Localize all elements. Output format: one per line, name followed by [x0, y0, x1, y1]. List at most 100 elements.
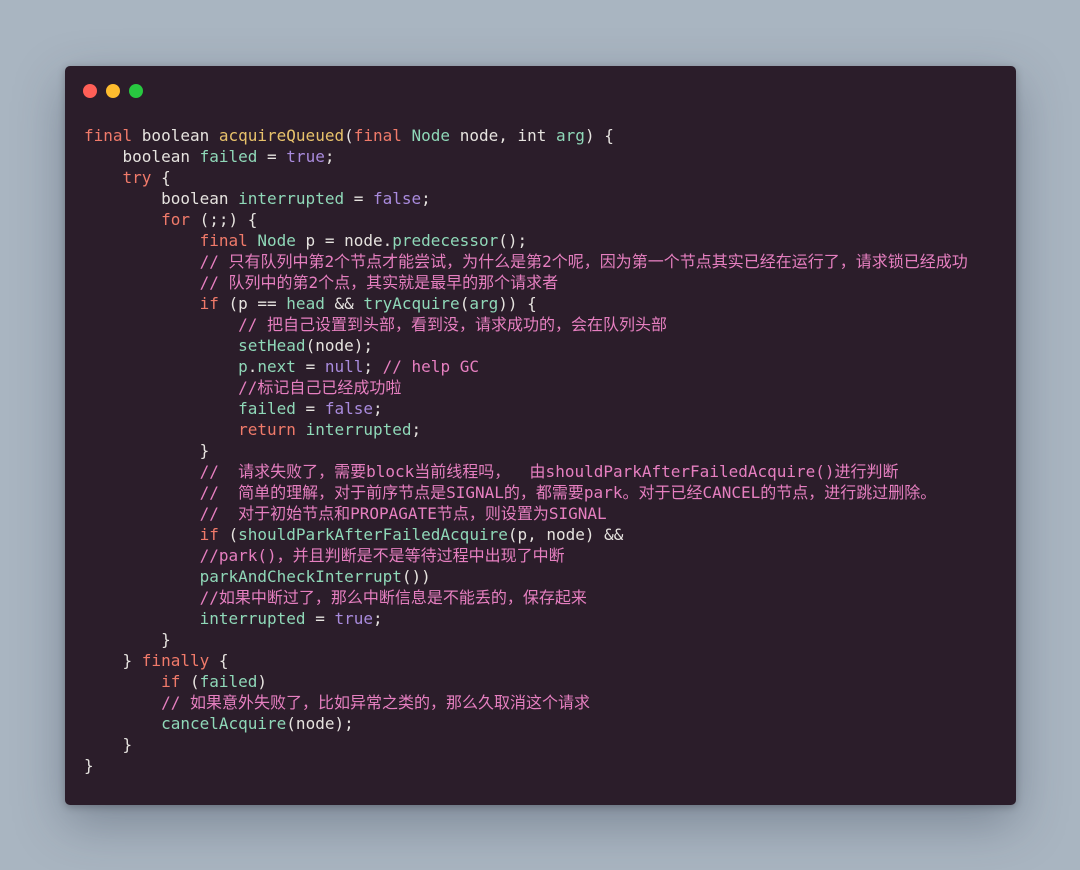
code-token: ( — [218, 525, 239, 544]
code-token: acquireQueued — [218, 126, 345, 145]
code-token: (node); — [286, 714, 354, 733]
code-token: } — [84, 756, 94, 775]
code-line: return interrupted; — [84, 419, 1006, 440]
code-token: setHead — [238, 336, 306, 355]
code-window: final boolean acquireQueued(final Node n… — [65, 66, 1016, 805]
code-token: ; — [363, 357, 383, 376]
code-token: ()) — [401, 567, 431, 586]
code-token: if — [161, 672, 181, 691]
code-token: (p, node) && — [507, 525, 624, 544]
code-line: //标记自己已经成功啦 — [84, 377, 1006, 398]
code-token: null — [324, 357, 364, 376]
code-token: ( — [459, 294, 470, 313]
code-line: // 队列中的第2个点，其实就是最早的那个请求者 — [84, 272, 1006, 293]
code-line: final boolean acquireQueued(final Node n… — [84, 125, 1006, 146]
code-comment: // 请求失败了，需要block当前线程吗， 由shouldParkAfterF… — [199, 462, 899, 481]
code-token: )) { — [498, 294, 537, 313]
code-line: } — [84, 755, 1006, 776]
code-line: // 请求失败了，需要block当前线程吗， 由shouldParkAfterF… — [84, 461, 1006, 482]
code-line: if (shouldParkAfterFailedAcquire(p, node… — [84, 524, 1006, 545]
code-token: . — [247, 357, 258, 376]
code-comment: // 简单的理解，对于前序节点是SIGNAL的，都需要park。对于已经CANC… — [199, 483, 937, 502]
code-line: if (failed) — [84, 671, 1006, 692]
code-token: tryAcquire — [363, 294, 460, 313]
code-line: //如果中断过了，那么中断信息是不能丢的，保存起来 — [84, 587, 1006, 608]
code-token: finally — [141, 651, 210, 670]
code-comment: //如果中断过了，那么中断信息是不能丢的，保存起来 — [199, 588, 587, 607]
code-token: shouldParkAfterFailedAcquire — [238, 525, 508, 544]
code-token: return — [238, 420, 306, 439]
code-token: { — [151, 168, 171, 187]
code-token: next — [257, 357, 296, 376]
code-token: ; — [421, 189, 431, 208]
code-token: (node); — [305, 336, 373, 355]
code-token: p — [238, 357, 248, 376]
code-line: boolean interrupted = false; — [84, 188, 1006, 209]
code-block: final boolean acquireQueued(final Node n… — [84, 125, 1006, 776]
code-token: } — [84, 441, 210, 460]
code-token: Node — [411, 126, 460, 145]
code-token: && — [324, 294, 364, 313]
code-token: ; — [373, 609, 383, 628]
code-comment: //park()，并且判断是不是等待过程中出现了中断 — [199, 546, 565, 565]
code-token: ; — [411, 420, 422, 439]
code-comment: // help GC — [382, 357, 479, 376]
code-token: (); — [498, 231, 528, 250]
code-token: arg — [469, 294, 499, 313]
code-line: } — [84, 440, 1006, 461]
code-line: boolean failed = true; — [84, 146, 1006, 167]
code-line: // 把自己设置到头部，看到没，请求成功的，会在队列头部 — [84, 314, 1006, 335]
code-token: if — [199, 525, 219, 544]
code-token: final — [353, 126, 412, 145]
maximize-dot-icon[interactable] — [129, 84, 143, 98]
code-token: interrupted — [305, 420, 412, 439]
code-token: = — [344, 189, 373, 208]
code-token: (;;) { — [189, 210, 258, 229]
code-token: interrupted — [238, 189, 345, 208]
code-line: if (p == head && tryAcquire(arg)) { — [84, 293, 1006, 314]
code-token: failed — [199, 672, 258, 691]
code-comment: // 队列中的第2个点，其实就是最早的那个请求者 — [199, 273, 559, 292]
code-token: final — [199, 231, 258, 250]
code-line: } finally { — [84, 650, 1006, 671]
code-token: node, — [459, 126, 518, 145]
code-token: head — [286, 294, 325, 313]
code-line: } — [84, 629, 1006, 650]
code-token: predecessor — [392, 231, 499, 250]
code-token: ( — [180, 672, 200, 691]
close-dot-icon[interactable] — [83, 84, 97, 98]
code-line: setHead(node); — [84, 335, 1006, 356]
code-line: // 如果意外失败了，比如异常之类的，那么久取消这个请求 — [84, 692, 1006, 713]
code-token: = — [295, 399, 325, 418]
code-token: interrupted — [199, 609, 306, 628]
code-line: //park()，并且判断是不是等待过程中出现了中断 — [84, 545, 1006, 566]
code-token: Node — [257, 231, 296, 250]
code-token: int — [517, 126, 557, 145]
code-token: = — [295, 357, 325, 376]
code-line: // 只有队列中第2个节点才能尝试，为什么是第2个呢，因为第一个节点其实已经在运… — [84, 251, 1006, 272]
code-token: cancelAcquire — [161, 714, 287, 733]
code-token: } — [84, 735, 133, 754]
code-token: true — [286, 147, 325, 166]
code-token: try — [122, 168, 152, 187]
window-controls — [83, 84, 143, 98]
code-line: // 简单的理解，对于前序节点是SIGNAL的，都需要park。对于已经CANC… — [84, 482, 1006, 503]
minimize-dot-icon[interactable] — [106, 84, 120, 98]
